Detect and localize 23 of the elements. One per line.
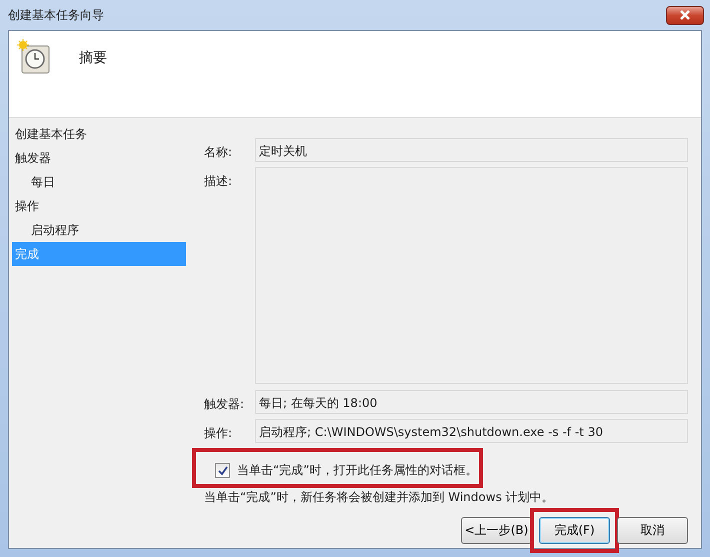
sidebar-item[interactable]: 启动程序 [12, 218, 186, 242]
read-only-field[interactable]: 每日; 在每天的 18:00 [255, 390, 688, 414]
sidebar-item[interactable]: 创建基本任务 [12, 122, 186, 146]
read-only-field[interactable]: 定时关机 [255, 138, 688, 162]
dialog-button[interactable]: 取消 [617, 517, 688, 544]
field-label: 名称: [204, 144, 234, 161]
close-button[interactable] [666, 6, 704, 24]
sidebar-item[interactable]: 触发器 [12, 146, 186, 170]
field-label: 触发器: [204, 396, 246, 413]
info-note: 当单击“完成”时，新任务将会被创建并添加到 Windows 计划中。 [204, 489, 555, 506]
page-title: 摘要 [79, 49, 107, 67]
dialog-button[interactable]: <上一步(B) [461, 517, 532, 544]
checkbox[interactable] [215, 463, 230, 478]
sidebar-item[interactable]: 每日 [12, 170, 186, 194]
read-only-field[interactable]: 启动程序; C:\WINDOWS\system32\shutdown.exe -s -f -t 30 [255, 419, 688, 443]
window-title: 创建基本任务向导 [8, 6, 104, 24]
sidebar-item[interactable]: 操作 [12, 194, 186, 218]
checkbox-label: 当单击“完成”时，打开此任务属性的对话框。 [237, 462, 478, 479]
field-label: 操作: [204, 425, 234, 442]
field-label: 描述: [204, 173, 234, 190]
close-icon [679, 10, 691, 20]
dialog-button[interactable]: 完成(F) [539, 517, 610, 544]
check-icon [218, 466, 228, 476]
